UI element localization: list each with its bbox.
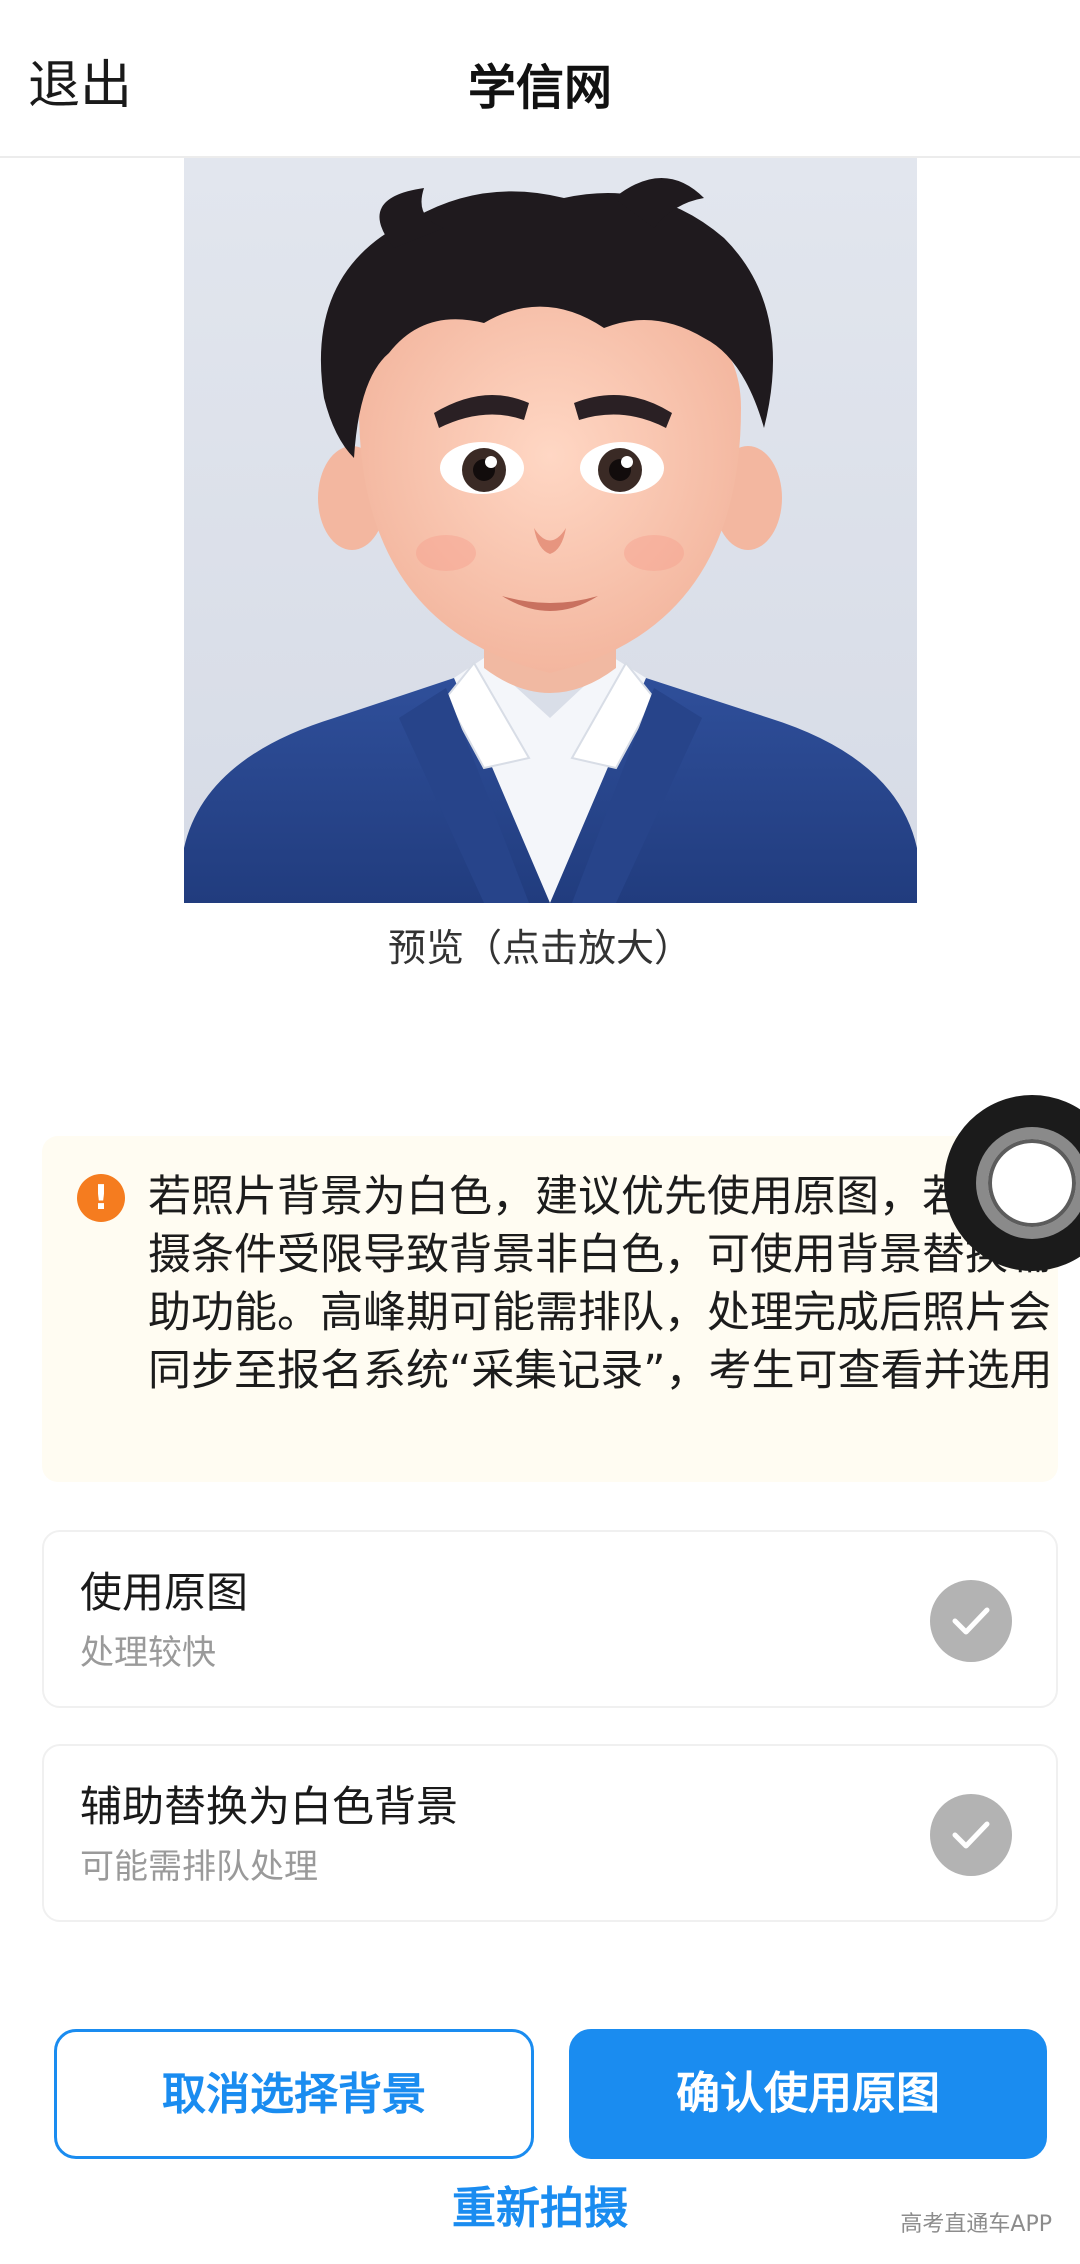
watermark: 高考直通车APP bbox=[900, 2212, 1052, 2237]
notice-text: 若照片背景为白色，建议优先使用原图，若因拍摄条件受限导致背景非白色，可使用背景替… bbox=[148, 1172, 1053, 1396]
cancel-background-button[interactable]: 取消选择背景 bbox=[54, 2029, 534, 2159]
portrait-illustration bbox=[184, 158, 917, 903]
confirm-original-button[interactable]: 确认使用原图 bbox=[569, 2029, 1047, 2159]
exclamation-icon: ! bbox=[77, 1174, 125, 1222]
option-subtitle: 处理较快 bbox=[80, 1633, 216, 1673]
option-subtitle: 可能需排队处理 bbox=[80, 1847, 318, 1887]
option-title: 辅助替换为白色背景 bbox=[80, 1782, 459, 1831]
page-title: 学信网 bbox=[467, 60, 612, 116]
option-replace-white-bg[interactable]: 辅助替换为白色背景 可能需排队处理 bbox=[42, 1744, 1058, 1922]
notice-box: ! 若照片背景为白色，建议优先使用原图，若因拍摄条件受限导致背景非白色，可使用背… bbox=[42, 1136, 1058, 1482]
check-icon[interactable] bbox=[930, 1794, 1012, 1876]
top-bar: 退出 学信网 bbox=[0, 0, 1080, 158]
preview-caption[interactable]: 预览（点击放大） bbox=[0, 925, 1080, 971]
option-use-original[interactable]: 使用原图 处理较快 bbox=[42, 1530, 1058, 1708]
option-title: 使用原图 bbox=[80, 1568, 249, 1617]
screen: 退出 学信网 预览（点击放大） ! 若照片背景为白色，建议优先使用原图，若因拍摄… bbox=[0, 0, 1080, 2264]
assist-ring-icon bbox=[976, 1127, 1080, 1239]
photo-preview[interactable] bbox=[184, 158, 917, 903]
check-icon[interactable] bbox=[930, 1580, 1012, 1662]
